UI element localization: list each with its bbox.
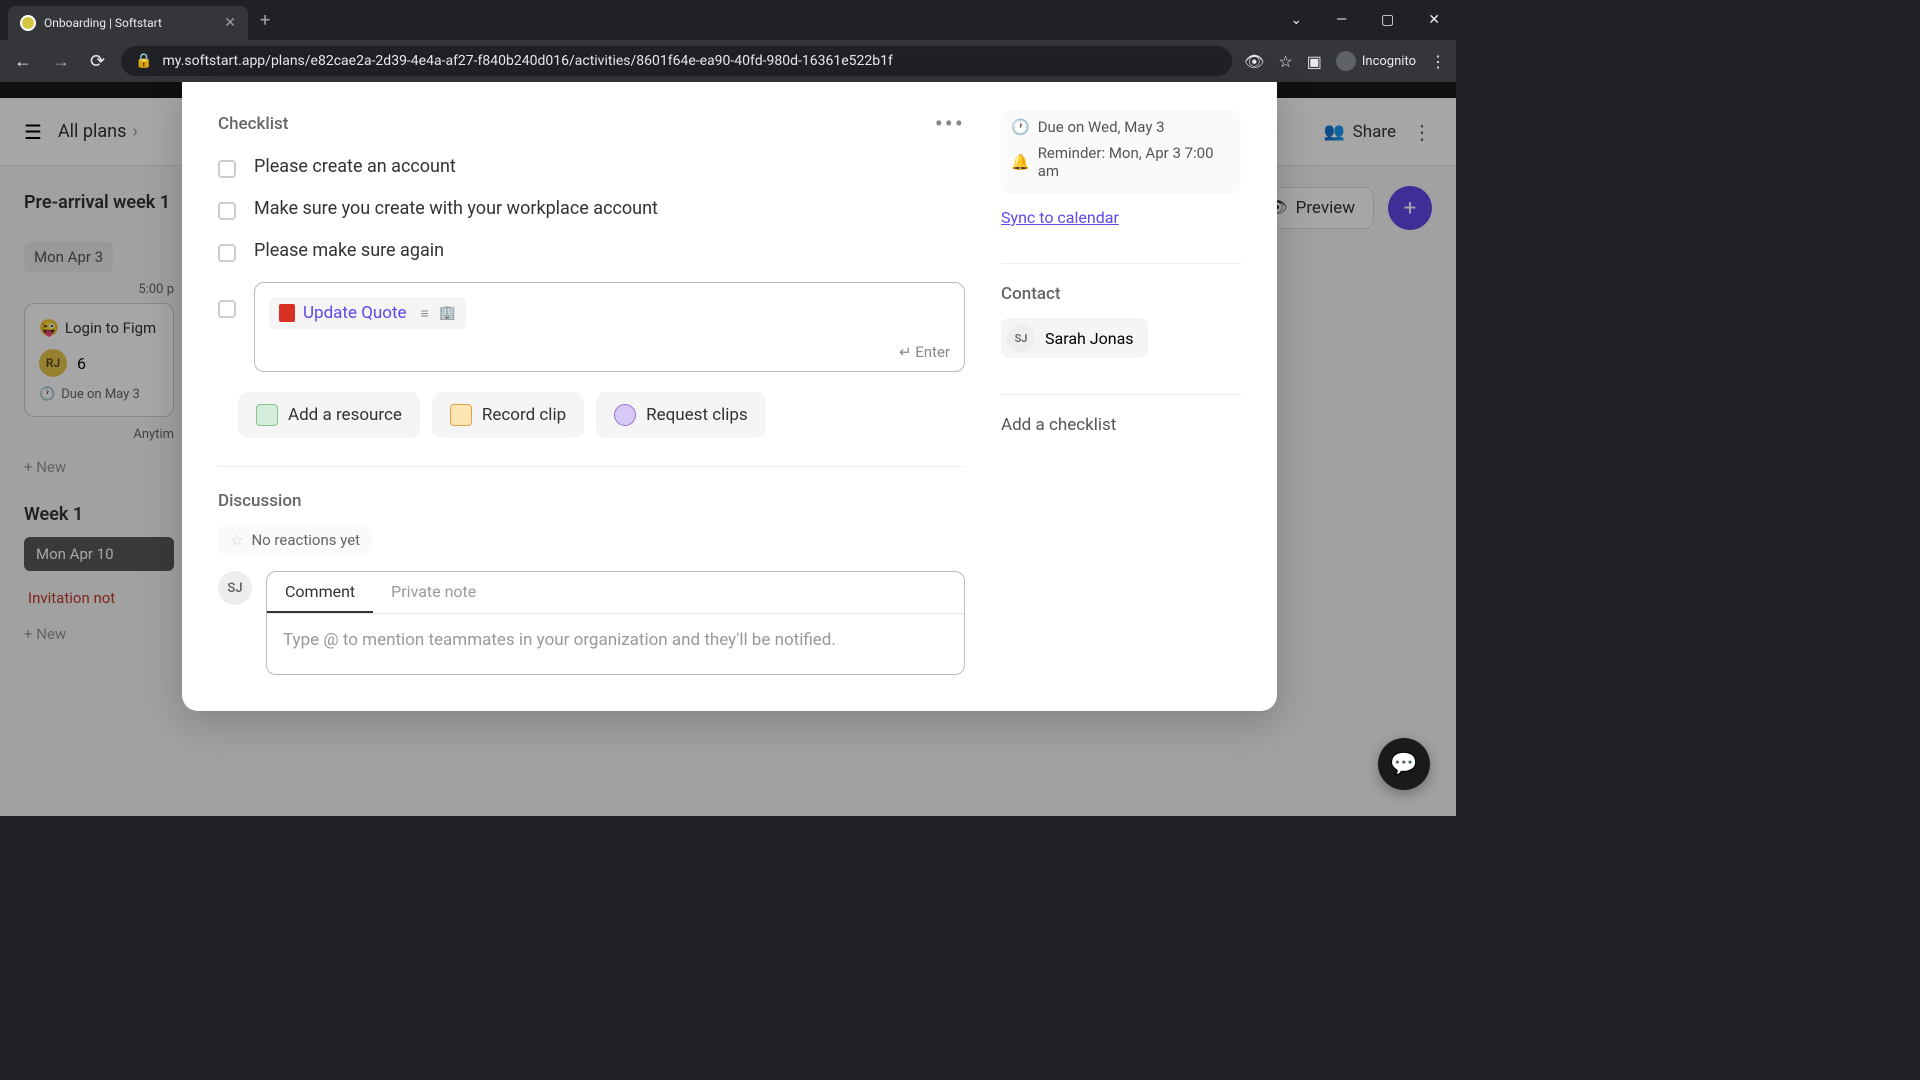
add-resource-button[interactable]: Add a resource — [238, 392, 420, 438]
user-avatar: SJ — [218, 571, 252, 605]
bookmark-icon[interactable]: ☆ — [1278, 52, 1292, 71]
checklist-item: Please make sure again — [218, 240, 965, 262]
request-clips-button[interactable]: Request clips — [596, 392, 766, 438]
checklist-heading: Checklist — [218, 114, 288, 134]
contact-avatar: SJ — [1007, 324, 1035, 352]
checklist-item: Please create an account — [218, 156, 965, 178]
star-icon: ☆ — [230, 531, 243, 549]
contact-heading: Contact — [1001, 284, 1241, 304]
address-bar[interactable]: 🔒 my.softstart.app/plans/e82cae2a-2d39-4… — [121, 46, 1232, 76]
close-window-icon[interactable]: ✕ — [1420, 8, 1448, 32]
reactions-pill[interactable]: ☆ No reactions yet — [218, 525, 372, 555]
resource-input[interactable]: Update Quote ≡ 🏢 ↵ Enter — [254, 282, 965, 372]
reload-button[interactable]: ⟳ — [86, 47, 109, 76]
contact-name: Sarah Jonas — [1045, 329, 1134, 348]
eye-off-icon[interactable]: 👁 — [1244, 52, 1264, 71]
checklist-text[interactable]: Please make sure again — [254, 240, 444, 261]
browser-toolbar: ← → ⟳ 🔒 my.softstart.app/plans/e82cae2a-… — [0, 40, 1456, 82]
checkbox[interactable] — [218, 202, 236, 220]
minimize-icon[interactable]: — — [1328, 8, 1355, 32]
chat-fab[interactable]: 💬 — [1378, 738, 1430, 790]
add-checklist-link[interactable]: Add a checklist — [1001, 415, 1241, 435]
tab-private-note[interactable]: Private note — [373, 572, 494, 613]
url-text: my.softstart.app/plans/e82cae2a-2d39-4e4… — [163, 53, 893, 69]
camera-icon — [450, 404, 472, 426]
comment-input[interactable]: Type @ to mention teammates in your orga… — [267, 614, 964, 674]
chat-icon: 💬 — [1390, 752, 1417, 777]
enter-hint: ↵ Enter — [899, 343, 950, 361]
due-date: 🕐 Due on Wed, May 3 — [1011, 114, 1231, 140]
checklist-text[interactable]: Please create an account — [254, 156, 456, 177]
tab-title: Onboarding | Softstart — [44, 16, 216, 30]
checkbox[interactable] — [218, 244, 236, 262]
back-button[interactable]: ← — [10, 47, 36, 76]
tab-comment[interactable]: Comment — [267, 572, 373, 613]
new-tab-button[interactable]: + — [260, 10, 270, 31]
checkbox[interactable] — [218, 160, 236, 178]
person-icon — [614, 404, 636, 426]
incognito-icon — [1336, 51, 1356, 71]
text-icon[interactable]: ≡ — [421, 305, 429, 322]
browser-menu-icon[interactable]: ⋮ — [1430, 52, 1446, 71]
resource-name: Update Quote — [303, 303, 407, 323]
comment-box: Comment Private note Type @ to mention t… — [266, 571, 965, 675]
browser-tab-strip: Onboarding | Softstart ✕ + ⌄ — ▢ ✕ — [0, 0, 1456, 40]
checklist-item: Make sure you create with your workplace… — [218, 198, 965, 220]
favicon — [20, 15, 36, 31]
pdf-icon — [279, 304, 295, 322]
forward-button[interactable]: → — [48, 47, 74, 76]
sync-calendar-link[interactable]: Sync to calendar — [1001, 208, 1241, 227]
contact-chip[interactable]: SJ Sarah Jonas — [1001, 318, 1148, 358]
activity-modal: Checklist ••• Please create an account M… — [182, 82, 1277, 711]
close-tab-icon[interactable]: ✕ — [224, 15, 236, 31]
reminder: 🔔 Reminder: Mon, Apr 3 7:00 am — [1011, 140, 1231, 184]
clock-icon: 🕐 — [1011, 118, 1030, 136]
tab-dropdown-icon[interactable]: ⌄ — [1282, 8, 1310, 32]
record-clip-button[interactable]: Record clip — [432, 392, 584, 438]
browser-tab[interactable]: Onboarding | Softstart ✕ — [8, 6, 248, 40]
checkbox[interactable] — [218, 300, 236, 318]
meta-panel: 🕐 Due on Wed, May 3 🔔 Reminder: Mon, Apr… — [1001, 110, 1241, 194]
panel-icon[interactable]: ▣ — [1307, 52, 1322, 71]
maximize-icon[interactable]: ▢ — [1373, 8, 1402, 32]
incognito-badge: Incognito — [1336, 51, 1416, 71]
checklist-text[interactable]: Make sure you create with your workplace… — [254, 198, 658, 219]
checklist-more-icon[interactable]: ••• — [935, 110, 965, 138]
folder-icon — [256, 404, 278, 426]
building-icon[interactable]: 🏢 — [439, 305, 456, 322]
window-controls: ⌄ — ▢ ✕ — [1282, 8, 1448, 32]
resource-chip[interactable]: Update Quote ≡ 🏢 — [269, 297, 466, 329]
lock-icon: 🔒 — [135, 53, 152, 69]
bell-icon: 🔔 — [1011, 153, 1030, 171]
discussion-heading: Discussion — [218, 466, 965, 511]
